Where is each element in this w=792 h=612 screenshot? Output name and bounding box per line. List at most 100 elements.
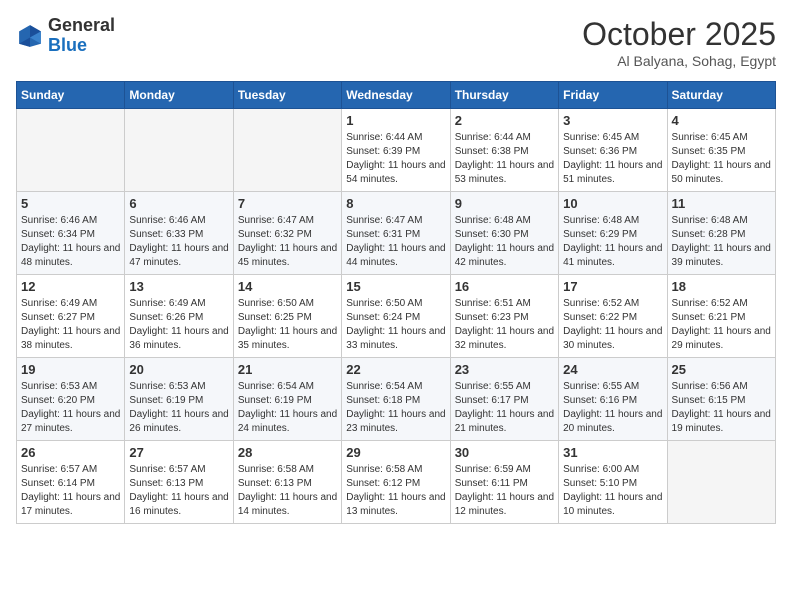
week-row-3: 12 Sunrise: 6:49 AMSunset: 6:27 PMDayligh… — [17, 275, 776, 358]
calendar-cell: 2 Sunrise: 6:44 AMSunset: 6:38 PMDaylight… — [450, 109, 558, 192]
day-number: 20 — [129, 362, 228, 377]
day-info: Sunrise: 6:58 AMSunset: 6:13 PMDaylight:… — [238, 463, 337, 519]
day-number: 6 — [129, 196, 228, 211]
day-info: Sunrise: 6:54 AMSunset: 6:19 PMDaylight:… — [238, 380, 337, 436]
page-header: General Blue October 2025 Al Balyana, So… — [16, 16, 776, 69]
calendar-cell — [667, 441, 775, 524]
day-number: 3 — [563, 113, 662, 128]
header-day-tuesday: Tuesday — [233, 82, 341, 109]
day-info: Sunrise: 6:54 AMSunset: 6:18 PMDaylight:… — [346, 380, 445, 436]
day-info: Sunrise: 6:51 AMSunset: 6:23 PMDaylight:… — [455, 297, 554, 353]
logo: General Blue — [16, 16, 115, 56]
calendar-cell: 26 Sunrise: 6:57 AMSunset: 6:14 PMDayligh… — [17, 441, 125, 524]
day-number: 11 — [672, 196, 771, 211]
calendar-cell: 12 Sunrise: 6:49 AMSunset: 6:27 PMDayligh… — [17, 275, 125, 358]
day-info: Sunrise: 6:52 AMSunset: 6:21 PMDaylight:… — [672, 297, 771, 353]
calendar-cell: 4Sunrise: 6:45 AMSunset: 6:35 PMDaylight… — [667, 109, 775, 192]
day-number: 16 — [455, 279, 554, 294]
calendar-cell: 9Sunrise: 6:48 AMSunset: 6:30 PMDaylight… — [450, 192, 558, 275]
day-info: Sunrise: 6:52 AMSunset: 6:22 PMDaylight:… — [563, 297, 662, 353]
day-info: Sunrise: 6:49 AMSunset: 6:26 PMDaylight:… — [129, 297, 228, 353]
calendar-cell: 27 Sunrise: 6:57 AMSunset: 6:13 PMDayligh… — [125, 441, 233, 524]
day-number: 2 — [455, 113, 554, 128]
day-number: 28 — [238, 445, 337, 460]
day-number: 19 — [21, 362, 120, 377]
header-day-monday: Monday — [125, 82, 233, 109]
calendar-cell: 7Sunrise: 6:47 AMSunset: 6:32 PMDaylight… — [233, 192, 341, 275]
day-info: Sunrise: 6:59 AMSunset: 6:11 PMDaylight:… — [455, 463, 554, 519]
day-info: Sunrise: 6:44 AMSunset: 6:38 PMDaylight:… — [455, 131, 554, 187]
week-row-1: 1 Sunrise: 6:44 AMSunset: 6:39 PMDaylight… — [17, 109, 776, 192]
header-day-thursday: Thursday — [450, 82, 558, 109]
day-info: Sunrise: 6:00 AMSunset: 5:10 PMDaylight:… — [563, 463, 662, 519]
day-number: 29 — [346, 445, 445, 460]
day-info: Sunrise: 6:46 AMSunset: 6:33 PMDaylight:… — [129, 214, 228, 270]
day-info: Sunrise: 6:47 AMSunset: 6:32 PMDaylight:… — [238, 214, 337, 270]
calendar-cell: 1 Sunrise: 6:44 AMSunset: 6:39 PMDaylight… — [342, 109, 450, 192]
calendar-cell: 24Sunrise: 6:55 AMSunset: 6:16 PMDayligh… — [559, 358, 667, 441]
day-number: 18 — [672, 279, 771, 294]
day-number: 26 — [21, 445, 120, 460]
calendar-cell: 21 Sunrise: 6:54 AMSunset: 6:19 PMDayligh… — [233, 358, 341, 441]
calendar-cell: 10 Sunrise: 6:48 AMSunset: 6:29 PMDayligh… — [559, 192, 667, 275]
calendar-cell: 15 Sunrise: 6:50 AMSunset: 6:24 PMDayligh… — [342, 275, 450, 358]
calendar-cell: 16 Sunrise: 6:51 AMSunset: 6:23 PMDayligh… — [450, 275, 558, 358]
calendar-cell: 19 Sunrise: 6:53 AMSunset: 6:20 PMDayligh… — [17, 358, 125, 441]
calendar-cell: 31 Sunrise: 6:00 AMSunset: 5:10 PMDayligh… — [559, 441, 667, 524]
day-info: Sunrise: 6:53 AMSunset: 6:20 PMDaylight:… — [21, 380, 120, 436]
calendar-cell: 28 Sunrise: 6:58 AMSunset: 6:13 PMDayligh… — [233, 441, 341, 524]
day-number: 8 — [346, 196, 445, 211]
day-number: 27 — [129, 445, 228, 460]
header-day-friday: Friday — [559, 82, 667, 109]
calendar-cell: 25 Sunrise: 6:56 AMSunset: 6:15 PMDayligh… — [667, 358, 775, 441]
day-info: Sunrise: 6:45 AMSunset: 6:36 PMDaylight:… — [563, 131, 662, 187]
day-number: 31 — [563, 445, 662, 460]
location: Al Balyana, Sohag, Egypt — [582, 53, 776, 69]
week-row-5: 26 Sunrise: 6:57 AMSunset: 6:14 PMDayligh… — [17, 441, 776, 524]
calendar-table: SundayMondayTuesdayWednesdayThursdayFrid… — [16, 81, 776, 524]
calendar-cell: 14Sunrise: 6:50 AMSunset: 6:25 PMDayligh… — [233, 275, 341, 358]
header-row: SundayMondayTuesdayWednesdayThursdayFrid… — [17, 82, 776, 109]
day-number: 17 — [563, 279, 662, 294]
month-title: October 2025 — [582, 16, 776, 53]
calendar-cell: 20 Sunrise: 6:53 AMSunset: 6:19 PMDayligh… — [125, 358, 233, 441]
calendar-cell: 17 Sunrise: 6:52 AMSunset: 6:22 PMDayligh… — [559, 275, 667, 358]
calendar-cell — [125, 109, 233, 192]
day-info: Sunrise: 6:57 AMSunset: 6:13 PMDaylight:… — [129, 463, 228, 519]
week-row-2: 5Sunrise: 6:46 AMSunset: 6:34 PMDaylight… — [17, 192, 776, 275]
calendar-cell — [233, 109, 341, 192]
day-info: Sunrise: 6:58 AMSunset: 6:12 PMDaylight:… — [346, 463, 445, 519]
logo-text: General Blue — [48, 16, 115, 56]
day-info: Sunrise: 6:48 AMSunset: 6:29 PMDaylight:… — [563, 214, 662, 270]
calendar-cell: 3 Sunrise: 6:45 AMSunset: 6:36 PMDaylight… — [559, 109, 667, 192]
day-number: 15 — [346, 279, 445, 294]
logo-icon — [16, 22, 44, 50]
day-number: 30 — [455, 445, 554, 460]
day-number: 1 — [346, 113, 445, 128]
day-number: 14 — [238, 279, 337, 294]
calendar-cell: 18 Sunrise: 6:52 AMSunset: 6:21 PMDayligh… — [667, 275, 775, 358]
day-number: 22 — [346, 362, 445, 377]
day-info: Sunrise: 6:50 AMSunset: 6:24 PMDaylight:… — [346, 297, 445, 353]
day-number: 13 — [129, 279, 228, 294]
day-info: Sunrise: 6:44 AMSunset: 6:39 PMDaylight:… — [346, 131, 445, 187]
day-number: 21 — [238, 362, 337, 377]
day-number: 10 — [563, 196, 662, 211]
calendar-cell: 6 Sunrise: 6:46 AMSunset: 6:33 PMDaylight… — [125, 192, 233, 275]
day-number: 23 — [455, 362, 554, 377]
day-info: Sunrise: 6:49 AMSunset: 6:27 PMDaylight:… — [21, 297, 120, 353]
day-info: Sunrise: 6:46 AMSunset: 6:34 PMDaylight:… — [21, 214, 120, 270]
day-number: 12 — [21, 279, 120, 294]
day-info: Sunrise: 6:53 AMSunset: 6:19 PMDaylight:… — [129, 380, 228, 436]
calendar-cell: 23 Sunrise: 6:55 AMSunset: 6:17 PMDayligh… — [450, 358, 558, 441]
day-number: 25 — [672, 362, 771, 377]
title-block: October 2025 Al Balyana, Sohag, Egypt — [582, 16, 776, 69]
day-info: Sunrise: 6:56 AMSunset: 6:15 PMDaylight:… — [672, 380, 771, 436]
calendar-cell: 29 Sunrise: 6:58 AMSunset: 6:12 PMDayligh… — [342, 441, 450, 524]
header-day-wednesday: Wednesday — [342, 82, 450, 109]
calendar-cell: 8Sunrise: 6:47 AMSunset: 6:31 PMDaylight… — [342, 192, 450, 275]
day-info: Sunrise: 6:57 AMSunset: 6:14 PMDaylight:… — [21, 463, 120, 519]
calendar-cell: 11 Sunrise: 6:48 AMSunset: 6:28 PMDayligh… — [667, 192, 775, 275]
day-info: Sunrise: 6:48 AMSunset: 6:28 PMDaylight:… — [672, 214, 771, 270]
day-info: Sunrise: 6:55 AMSunset: 6:17 PMDaylight:… — [455, 380, 554, 436]
